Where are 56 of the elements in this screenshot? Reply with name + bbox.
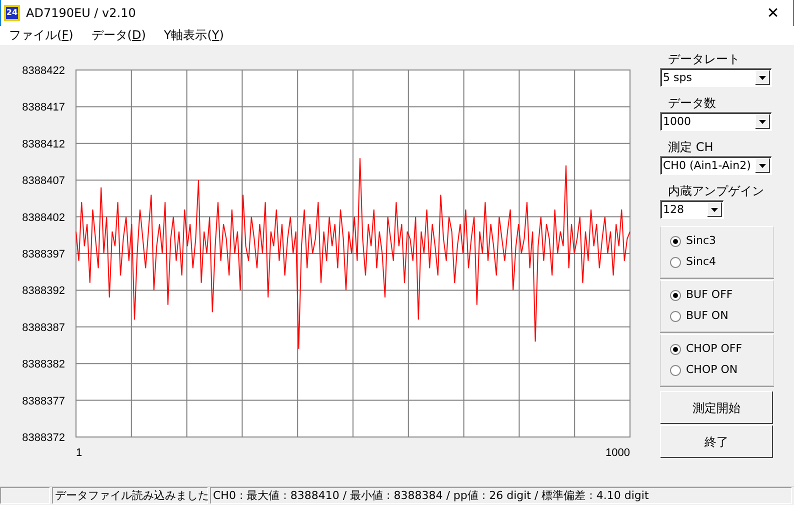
- dropdown-value: CH0 (Ain1-Ain2): [663, 158, 751, 174]
- axis-label: 8388392: [22, 285, 65, 298]
- radio-button[interactable]: [670, 311, 681, 322]
- dropdown[interactable]: 5 sps: [660, 68, 772, 87]
- radio-button[interactable]: [670, 344, 681, 355]
- menu-item[interactable]: ファイル(F): [0, 26, 82, 45]
- caret-icon: [711, 208, 718, 212]
- app-icon: 24: [4, 5, 20, 21]
- axis-label: 1: [76, 447, 82, 459]
- axis-label: 8388422: [22, 65, 65, 77]
- axis-label: 8388387: [22, 322, 65, 334]
- caret-icon: [759, 164, 766, 168]
- setting-label: 測定 CH: [667, 139, 714, 156]
- axis-label: 8388397: [22, 248, 65, 260]
- menu-item[interactable]: Y軸表示(Y): [154, 26, 233, 45]
- dropdown-arrow-button[interactable]: [755, 70, 770, 85]
- axis-label: 8388412: [22, 138, 65, 150]
- radio-label: CHOP ON: [686, 362, 738, 378]
- dropdown-value: 128: [663, 202, 684, 218]
- close-button[interactable]: ✕: [753, 0, 793, 26]
- dropdown[interactable]: CH0 (Ain1-Ain2): [660, 156, 772, 175]
- status-stats: CH0 : 最大値 : 8388410 / 最小値 : 8388384 / pp値 : 26 digit / 標準偏差 : 4.10 digit: [210, 487, 792, 504]
- status-panel: [0, 487, 50, 504]
- dropdown-arrow-button[interactable]: [755, 158, 770, 173]
- status-message: データファイル読み込みました: [52, 487, 208, 504]
- caret-icon: [759, 120, 766, 124]
- axis-label: 8388382: [22, 358, 65, 371]
- window-title: AD7190EU / v2.10: [26, 5, 137, 22]
- dropdown-arrow-button[interactable]: [755, 114, 770, 129]
- menu-item[interactable]: データ(D): [82, 26, 155, 45]
- radio-button[interactable]: [670, 290, 681, 301]
- radio-label: Sinc3: [686, 233, 716, 250]
- action-button[interactable]: 終了: [660, 425, 773, 458]
- radio-label: BUF ON: [686, 308, 728, 324]
- dropdown[interactable]: 1000: [660, 112, 772, 131]
- radio-button[interactable]: [670, 365, 681, 376]
- dropdown-arrow-button[interactable]: [707, 202, 722, 217]
- axis-label: 1000: [606, 447, 630, 459]
- axis-label: 8388377: [22, 395, 65, 408]
- axis-label: 8388407: [22, 175, 65, 188]
- axis-label: 8388417: [22, 102, 65, 114]
- dropdown-value: 1000: [663, 114, 691, 130]
- radio-label: Sinc4: [686, 254, 716, 270]
- setting-label: データレート: [667, 51, 741, 68]
- dropdown-value: 5 sps: [663, 70, 692, 86]
- radio-label: BUF OFF: [686, 287, 733, 304]
- axis-label: 8388402: [22, 212, 65, 224]
- radio-label: CHOP OFF: [686, 341, 742, 358]
- setting-label: 内蔵アンプゲイン: [667, 183, 765, 200]
- radio-button[interactable]: [670, 257, 681, 268]
- radio-button[interactable]: [670, 236, 681, 247]
- caret-icon: [759, 76, 766, 80]
- setting-label: データ数: [667, 95, 717, 112]
- action-button[interactable]: 測定開始: [660, 391, 773, 424]
- axis-label: 8388372: [22, 432, 65, 444]
- dropdown[interactable]: 128: [660, 200, 724, 219]
